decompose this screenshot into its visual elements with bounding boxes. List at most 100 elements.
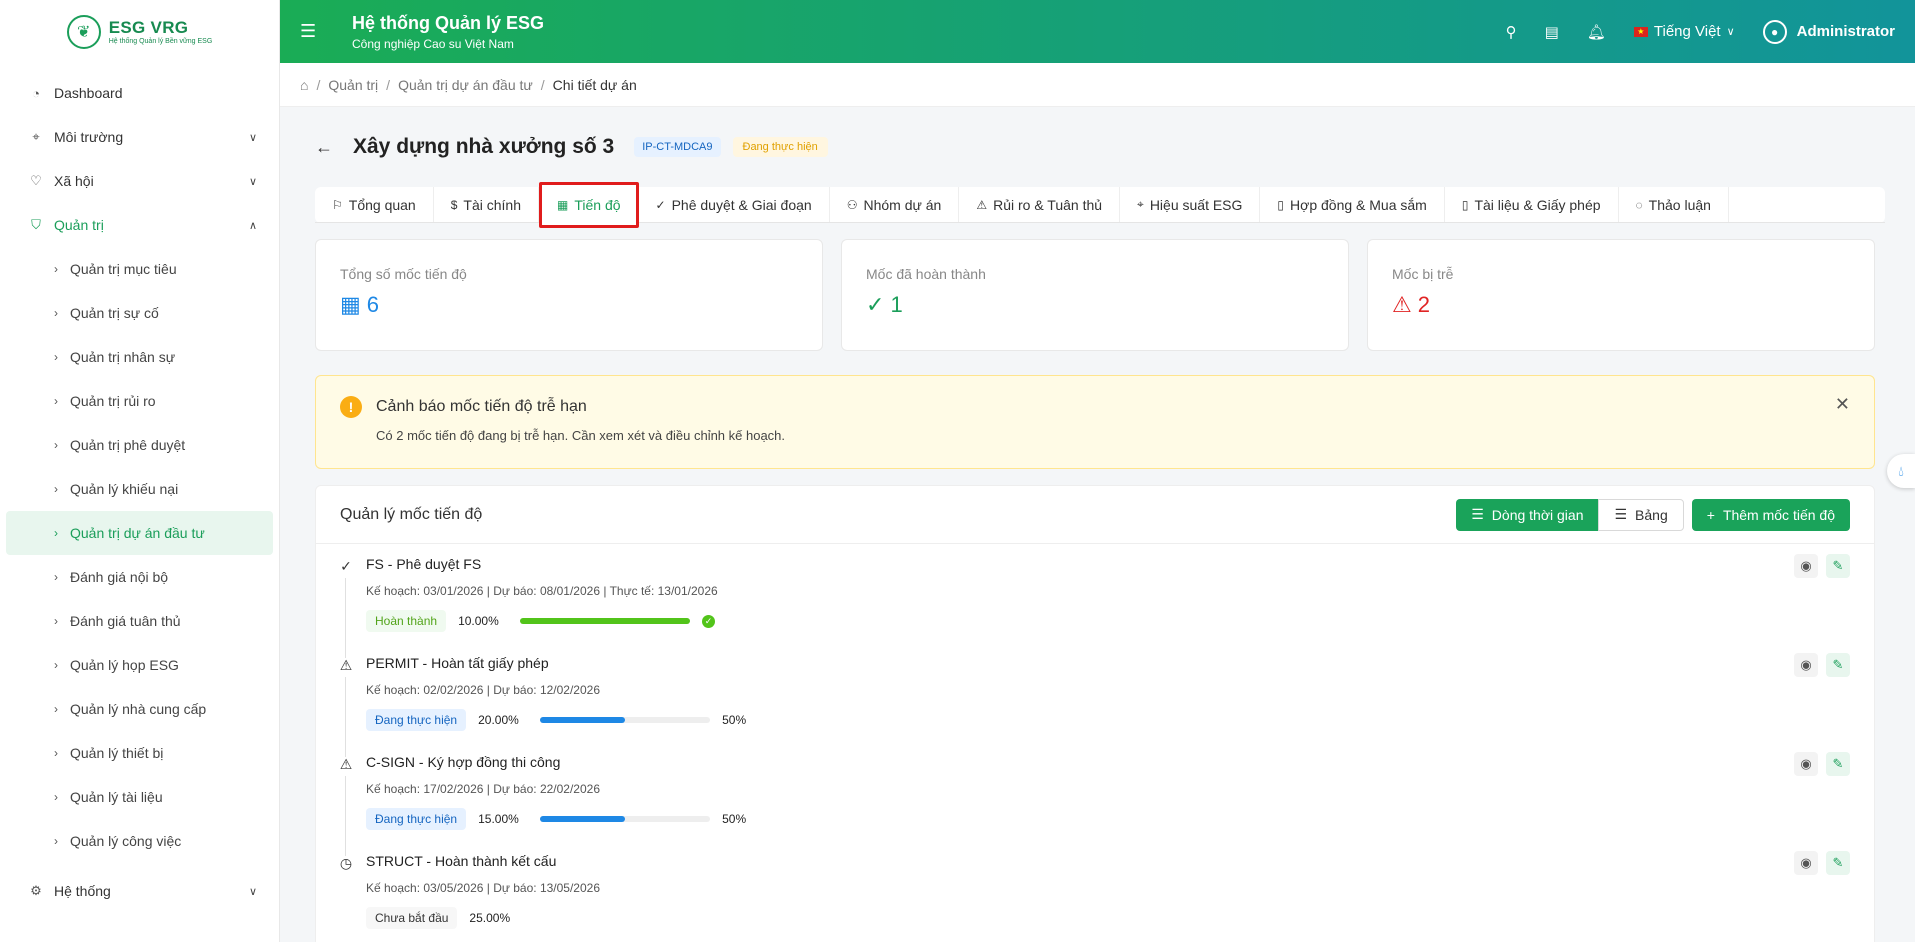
task-icon[interactable]: ▤ <box>1545 23 1559 41</box>
breadcrumb: ⌂ / Quản trị / Quản trị dự án đầu tư / C… <box>280 63 1915 107</box>
sidebar-subitem[interactable]: › Quản lý nhà cung cấp <box>0 687 279 731</box>
breadcrumb-current: Chi tiết dự án <box>552 76 637 93</box>
subitem-label: Quản trị nhân sự <box>70 349 176 365</box>
tab-progress[interactable]: ▦ Tiến độ <box>539 182 639 228</box>
sidebar-item-environment[interactable]: ⌖ Môi trường ∨ <box>0 115 279 159</box>
sidebar-subitem[interactable]: › Đánh giá nội bộ <box>0 555 279 599</box>
breadcrumb-link[interactable]: Quản trị <box>328 77 378 93</box>
timeline-view-button[interactable]: ☰ Dòng thời gian <box>1456 498 1599 531</box>
location-icon: ⌖ <box>1137 197 1144 211</box>
user-name: Administrator <box>1796 23 1895 40</box>
chevron-right-icon: › <box>54 526 58 540</box>
sidebar-subitem[interactable]: › Quản lý tài liệu <box>0 775 279 819</box>
subitem-label: Quản lý thiết bị <box>70 745 164 761</box>
shield-check-icon: ⛉ <box>31 217 41 232</box>
sidebar-subitem[interactable]: › Quản trị sự cố <box>0 291 279 335</box>
sidebar-subitem[interactable]: › Đánh giá tuân thủ <box>0 599 279 643</box>
search-icon[interactable]: ⚲ <box>1506 23 1517 41</box>
tab-overview[interactable]: ⚐ Tổng quan <box>315 187 434 222</box>
tab-esg[interactable]: ⌖ Hiệu suất ESG <box>1120 187 1261 222</box>
chevron-right-icon: › <box>54 790 58 804</box>
assistant-float-button[interactable]: 💧︎ <box>1887 454 1915 488</box>
milestone-name: STRUCT - Hoàn thành kết cấu <box>366 853 557 869</box>
subitem-label: Quản lý họp ESG <box>70 657 179 673</box>
stat-value: 2 <box>1417 292 1430 317</box>
sidebar-subitem[interactable]: › Quản trị rủi ro <box>0 379 279 423</box>
subitem-label: Quản trị sự cố <box>70 305 159 321</box>
bell-icon[interactable]: 🔔︎ <box>1587 23 1606 41</box>
tab-approval[interactable]: ✓ Phê duyệt & Giai đoạn <box>639 187 830 222</box>
sidebar-item-label: Hệ thống <box>54 883 111 899</box>
tab-discussion[interactable]: ◌ Thảo luận <box>1619 187 1729 222</box>
subitem-label: Quản trị mục tiêu <box>70 261 177 277</box>
milestone-weight: 20.00% <box>478 713 519 727</box>
stat-done-card: Mốc đã hoàn thành ✓ 1 <box>841 239 1349 351</box>
file-icon: ▯ <box>1461 197 1469 212</box>
logo-subtitle: Hệ thống Quản lý Bền vững ESG <box>108 38 213 45</box>
add-milestone-button[interactable]: + Thêm mốc tiến độ <box>1691 498 1850 531</box>
view-icon[interactable]: ◉ <box>1794 851 1818 875</box>
chevron-right-icon: › <box>54 614 58 628</box>
milestone-name: FS - Phê duyệt FS <box>366 556 482 572</box>
logo[interactable]: ❦ ESG VRG Hệ thống Quản lý Bền vững ESG <box>0 0 279 63</box>
subitem-label: Quản lý tài liệu <box>70 789 163 805</box>
sidebar-subitem[interactable]: › Quản lý họp ESG <box>0 643 279 687</box>
milestone-item: ✓ FS - Phê duyệt FS Kế hoạch: 03/01/2026… <box>316 544 1874 658</box>
user-menu[interactable]: ● Administrator <box>1762 19 1895 44</box>
sidebar-subitem[interactable]: › Quản trị mục tiêu <box>0 247 279 291</box>
edit-icon[interactable]: ✎ <box>1826 653 1850 677</box>
sidebar-subitem-active[interactable]: › Quản trị dự án đầu tư <box>6 511 273 555</box>
warning-icon: ⚠ <box>339 657 353 673</box>
milestone-dates: Kế hoạch: 03/05/2026 | Dự báo: 13/05/202… <box>366 881 600 895</box>
sidebar-subitem[interactable]: › Quản trị phê duyệt <box>0 423 279 467</box>
gear-icon: ⚙ <box>30 883 42 898</box>
tab-label: Hợp đồng & Mua sắm <box>1290 196 1427 213</box>
view-icon[interactable]: ◉ <box>1794 752 1818 776</box>
tab-documents[interactable]: ▯ Tài liệu & Giấy phép <box>1445 187 1619 222</box>
check-circle-icon: ✓ <box>866 292 885 317</box>
menu-toggle-icon[interactable]: ☰ <box>300 21 332 42</box>
sidebar-subitem[interactable]: › Quản lý khiếu nại <box>0 467 279 511</box>
chevron-down-icon: ∨ <box>248 175 257 188</box>
chevron-right-icon: › <box>54 482 58 496</box>
status-badge: Đang thực hiện <box>732 137 828 157</box>
milestone-name: PERMIT - Hoàn tất giấy phép <box>366 655 549 671</box>
sidebar-item-governance[interactable]: ⛉ Quản trị ∧ <box>0 203 279 247</box>
sidebar-item-system[interactable]: ⚙ Hệ thống ∨ <box>0 869 279 913</box>
sidebar-item-dashboard[interactable]: ◔ Dashboard <box>0 71 279 115</box>
sidebar-subitem[interactable]: › Quản lý thiết bị <box>0 731 279 775</box>
tab-team[interactable]: ⚇ Nhóm dự án <box>830 187 960 222</box>
app-title: Hệ thống Quản lý ESG <box>352 12 545 33</box>
view-icon[interactable]: ◉ <box>1794 653 1818 677</box>
tab-label: Nhóm dự án <box>863 196 942 213</box>
edit-icon[interactable]: ✎ <box>1826 851 1850 875</box>
stat-value: 6 <box>366 292 380 317</box>
stats-row: Tổng số mốc tiến độ ▦ 6 Mốc đã hoàn thành… <box>315 223 1885 351</box>
tab-finance[interactable]: $ Tài chính <box>434 187 539 222</box>
chevron-right-icon: › <box>54 658 58 672</box>
home-icon[interactable]: ⌂ <box>300 77 308 93</box>
milestone-status-badge: Chưa bắt đầu <box>366 907 458 929</box>
edit-icon[interactable]: ✎ <box>1826 752 1850 776</box>
check-circle-icon: ✓ <box>340 558 352 574</box>
breadcrumb-link[interactable]: Quản trị dự án đầu tư <box>398 77 533 93</box>
view-icon[interactable]: ◉ <box>1794 554 1818 578</box>
back-arrow-icon[interactable]: ← <box>315 137 333 158</box>
tab-label: Hiệu suất ESG <box>1149 196 1243 213</box>
tab-risk[interactable]: ⚠ Rủi ro & Tuân thủ <box>959 187 1121 222</box>
subitem-label: Quản lý khiếu nại <box>70 481 179 497</box>
sidebar-item-social[interactable]: ♡ Xã hội ∨ <box>0 159 279 203</box>
tab-contracts[interactable]: ▯ Hợp đồng & Mua sắm <box>1260 187 1445 222</box>
logo-title: ESG VRG <box>108 18 189 37</box>
sidebar-subitem[interactable]: › Quản lý công việc <box>0 819 279 863</box>
table-view-button[interactable]: ☰ Bảng <box>1598 498 1684 531</box>
document-icon: ▯ <box>1277 197 1285 212</box>
close-icon[interactable]: ✕ <box>1835 394 1850 415</box>
edit-icon[interactable]: ✎ <box>1826 554 1850 578</box>
button-label: Bảng <box>1635 506 1668 523</box>
language-selector[interactable]: ★ Tiếng Việt ∨ <box>1633 23 1735 40</box>
warning-icon: ⚠ <box>1392 292 1412 317</box>
sidebar-subitem[interactable]: › Quản trị nhân sự <box>0 335 279 379</box>
chevron-right-icon: › <box>54 702 58 716</box>
subitem-label: Quản trị phê duyệt <box>70 437 186 453</box>
